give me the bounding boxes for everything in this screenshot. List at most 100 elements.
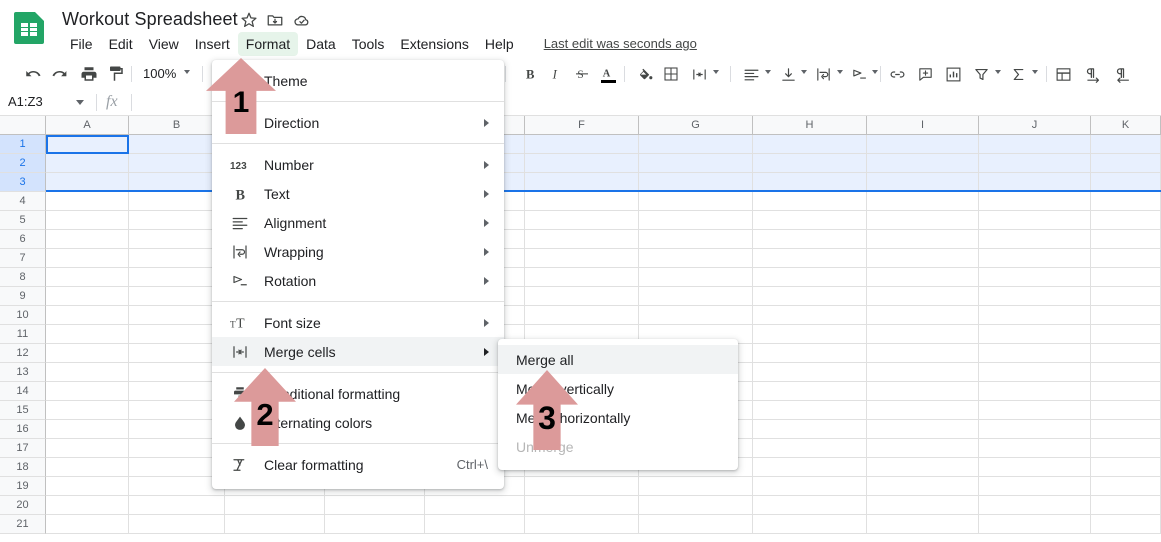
cell-I14[interactable] <box>867 382 979 400</box>
cell-J18[interactable] <box>979 458 1091 476</box>
merge-submenu-item-merge-vertically[interactable]: Merge vertically <box>498 374 738 403</box>
cell-H11[interactable] <box>753 325 867 343</box>
cell-B5[interactable] <box>129 211 225 229</box>
cell-A16[interactable] <box>46 420 129 438</box>
cell-B15[interactable] <box>129 401 225 419</box>
cell-K1[interactable] <box>1091 135 1161 153</box>
move-to-folder-icon[interactable] <box>266 11 284 29</box>
filter-chevron-down-icon[interactable] <box>995 70 1001 74</box>
cell-B20[interactable] <box>129 496 225 514</box>
cell-A3[interactable] <box>46 173 129 191</box>
cell-B8[interactable] <box>129 268 225 286</box>
row-header-8[interactable]: 8 <box>0 268 46 287</box>
row-header-14[interactable]: 14 <box>0 382 46 401</box>
cell-J11[interactable] <box>979 325 1091 343</box>
row-header-12[interactable]: 12 <box>0 344 46 363</box>
row-header-7[interactable]: 7 <box>0 249 46 268</box>
cell-F9[interactable] <box>525 287 639 305</box>
format-menu-item-conditional-formatting[interactable]: Conditional formatting <box>212 379 504 408</box>
cell-B12[interactable] <box>129 344 225 362</box>
merge-chevron-down-icon[interactable] <box>713 70 719 74</box>
cell-I21[interactable] <box>867 515 979 533</box>
cell-G19[interactable] <box>639 477 753 495</box>
text-rotation-icon[interactable] <box>848 61 870 87</box>
row-header-10[interactable]: 10 <box>0 306 46 325</box>
cell-B16[interactable] <box>129 420 225 438</box>
cell-K21[interactable] <box>1091 515 1161 533</box>
cell-G5[interactable] <box>639 211 753 229</box>
cell-I16[interactable] <box>867 420 979 438</box>
cell-G7[interactable] <box>639 249 753 267</box>
page-title[interactable]: Workout Spreadsheet <box>62 6 238 32</box>
cell-F20[interactable] <box>525 496 639 514</box>
cell-B13[interactable] <box>129 363 225 381</box>
cell-H9[interactable] <box>753 287 867 305</box>
cell-I3[interactable] <box>867 173 979 191</box>
cell-K8[interactable] <box>1091 268 1161 286</box>
cell-H12[interactable] <box>753 344 867 362</box>
cell-J15[interactable] <box>979 401 1091 419</box>
column-header-B[interactable]: B <box>129 116 225 135</box>
cell-H7[interactable] <box>753 249 867 267</box>
menu-item-format[interactable]: Format <box>237 32 299 56</box>
cell-K2[interactable] <box>1091 154 1161 172</box>
insert-chart-icon[interactable] <box>942 61 964 87</box>
cell-H1[interactable] <box>753 135 867 153</box>
cell-G6[interactable] <box>639 230 753 248</box>
cell-E21[interactable] <box>425 515 525 533</box>
row-header-9[interactable]: 9 <box>0 287 46 306</box>
cell-K4[interactable] <box>1091 192 1161 210</box>
vertical-align-icon[interactable] <box>777 61 799 87</box>
cell-B6[interactable] <box>129 230 225 248</box>
cell-F6[interactable] <box>525 230 639 248</box>
filter-icon[interactable] <box>970 61 992 87</box>
cell-I7[interactable] <box>867 249 979 267</box>
column-header-F[interactable]: F <box>525 116 639 135</box>
text-wrap-icon[interactable] <box>812 61 834 87</box>
star-icon[interactable] <box>240 11 258 29</box>
cell-A1[interactable] <box>46 135 129 153</box>
format-menu-item-wrapping[interactable]: Wrapping <box>212 237 504 266</box>
cell-J6[interactable] <box>979 230 1091 248</box>
cell-K10[interactable] <box>1091 306 1161 324</box>
cell-F2[interactable] <box>525 154 639 172</box>
cell-H13[interactable] <box>753 363 867 381</box>
cell-B14[interactable] <box>129 382 225 400</box>
cell-H21[interactable] <box>753 515 867 533</box>
format-menu-item-font-size[interactable]: T T Font size <box>212 308 504 337</box>
cell-K18[interactable] <box>1091 458 1161 476</box>
cell-F4[interactable] <box>525 192 639 210</box>
row-header-16[interactable]: 16 <box>0 420 46 439</box>
column-header-G[interactable]: G <box>639 116 753 135</box>
cell-A20[interactable] <box>46 496 129 514</box>
row-header-19[interactable]: 19 <box>0 477 46 496</box>
merge-submenu-item-merge-horizontally[interactable]: Merge horizontally <box>498 403 738 432</box>
strikethrough-icon[interactable]: S <box>570 61 594 87</box>
cell-K11[interactable] <box>1091 325 1161 343</box>
last-edit-status[interactable]: Last edit was seconds ago <box>544 32 697 56</box>
horizontal-align-icon[interactable] <box>740 61 762 87</box>
format-menu-item-alignment[interactable]: Alignment <box>212 208 504 237</box>
cell-K6[interactable] <box>1091 230 1161 248</box>
cell-J3[interactable] <box>979 173 1091 191</box>
cell-J10[interactable] <box>979 306 1091 324</box>
column-header-K[interactable]: K <box>1091 116 1161 135</box>
merge-submenu-item-merge-all[interactable]: Merge all <box>498 345 738 374</box>
row-header-21[interactable]: 21 <box>0 515 46 534</box>
menu-item-file[interactable]: File <box>62 32 101 56</box>
valign-chevron-down-icon[interactable] <box>801 70 807 74</box>
cell-F10[interactable] <box>525 306 639 324</box>
format-menu-item-theme[interactable]: Theme <box>212 66 504 95</box>
cell-F7[interactable] <box>525 249 639 267</box>
cell-K5[interactable] <box>1091 211 1161 229</box>
cell-J4[interactable] <box>979 192 1091 210</box>
cell-K12[interactable] <box>1091 344 1161 362</box>
cell-C20[interactable] <box>225 496 325 514</box>
cell-G10[interactable] <box>639 306 753 324</box>
halign-chevron-down-icon[interactable] <box>765 70 771 74</box>
format-menu-item-direction[interactable]: Direction <box>212 108 504 137</box>
cell-B11[interactable] <box>129 325 225 343</box>
cell-A13[interactable] <box>46 363 129 381</box>
row-header-17[interactable]: 17 <box>0 439 46 458</box>
cell-I11[interactable] <box>867 325 979 343</box>
